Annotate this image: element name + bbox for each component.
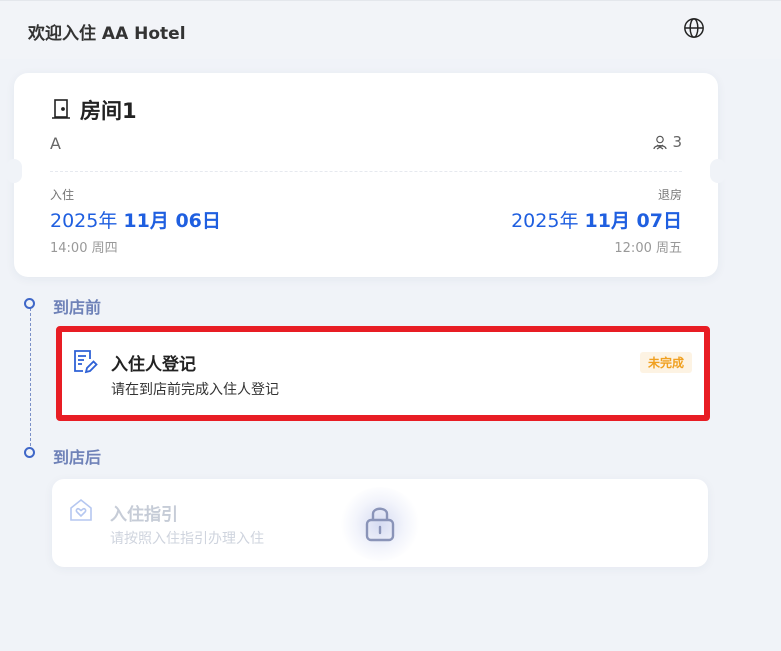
timeline-line: [30, 308, 31, 451]
status-badge: 未完成: [639, 352, 692, 373]
timeline-before-label: 到店前: [53, 298, 102, 317]
checkin-year: 2025年: [50, 210, 124, 232]
room-type: A: [50, 134, 61, 153]
checkout-label: 退房: [657, 188, 682, 202]
divider: [50, 171, 682, 172]
checkout-time: 12:00 周五: [614, 241, 682, 256]
house-heart-icon: [70, 498, 92, 521]
timeline-dot-before: [24, 298, 35, 309]
welcome-title: 欢迎入住 AA Hotel: [28, 24, 186, 44]
room-title: 房间1: [80, 99, 137, 123]
timeline-after-label: 到店后: [53, 448, 102, 467]
ticket-notch-left: [6, 159, 22, 183]
checkout-date: 2025年 11月 07日: [511, 206, 682, 233]
globe-icon[interactable]: [683, 17, 705, 39]
guest-count: 3: [653, 133, 682, 151]
checkin-label: 入住: [50, 188, 75, 202]
checkout-day: 11月 07日: [584, 210, 683, 232]
ticket-notch-right: [710, 159, 726, 183]
header: 欢迎入住 AA Hotel: [0, 0, 781, 59]
registration-title: 入住人登记: [111, 355, 196, 375]
timeline-dot-after: [24, 447, 35, 458]
lock-icon: [365, 507, 395, 542]
checkin-day: 11月 06日: [123, 210, 221, 232]
checkin-date: 2025年 11月 06日: [50, 206, 221, 233]
guest-count-value: 3: [672, 133, 682, 151]
guest-registration-card[interactable]: 入住人登记 请在到店前完成入住人登记 未完成: [56, 326, 710, 421]
checkin-time: 14:00 周四: [50, 241, 118, 256]
registration-desc: 请在到店前完成入住人登记: [111, 382, 279, 398]
door-icon: [52, 99, 70, 119]
room-card: 房间1 A 3 入住 退房 2025年 11月 06日 2025年 11月 07…: [6, 73, 726, 277]
guests-icon: [653, 135, 668, 149]
edit-form-icon: [74, 350, 98, 374]
guide-title: 入住指引: [110, 505, 178, 525]
checkout-year: 2025年: [511, 210, 585, 232]
guide-desc: 请按照入住指引办理入住: [110, 531, 264, 547]
